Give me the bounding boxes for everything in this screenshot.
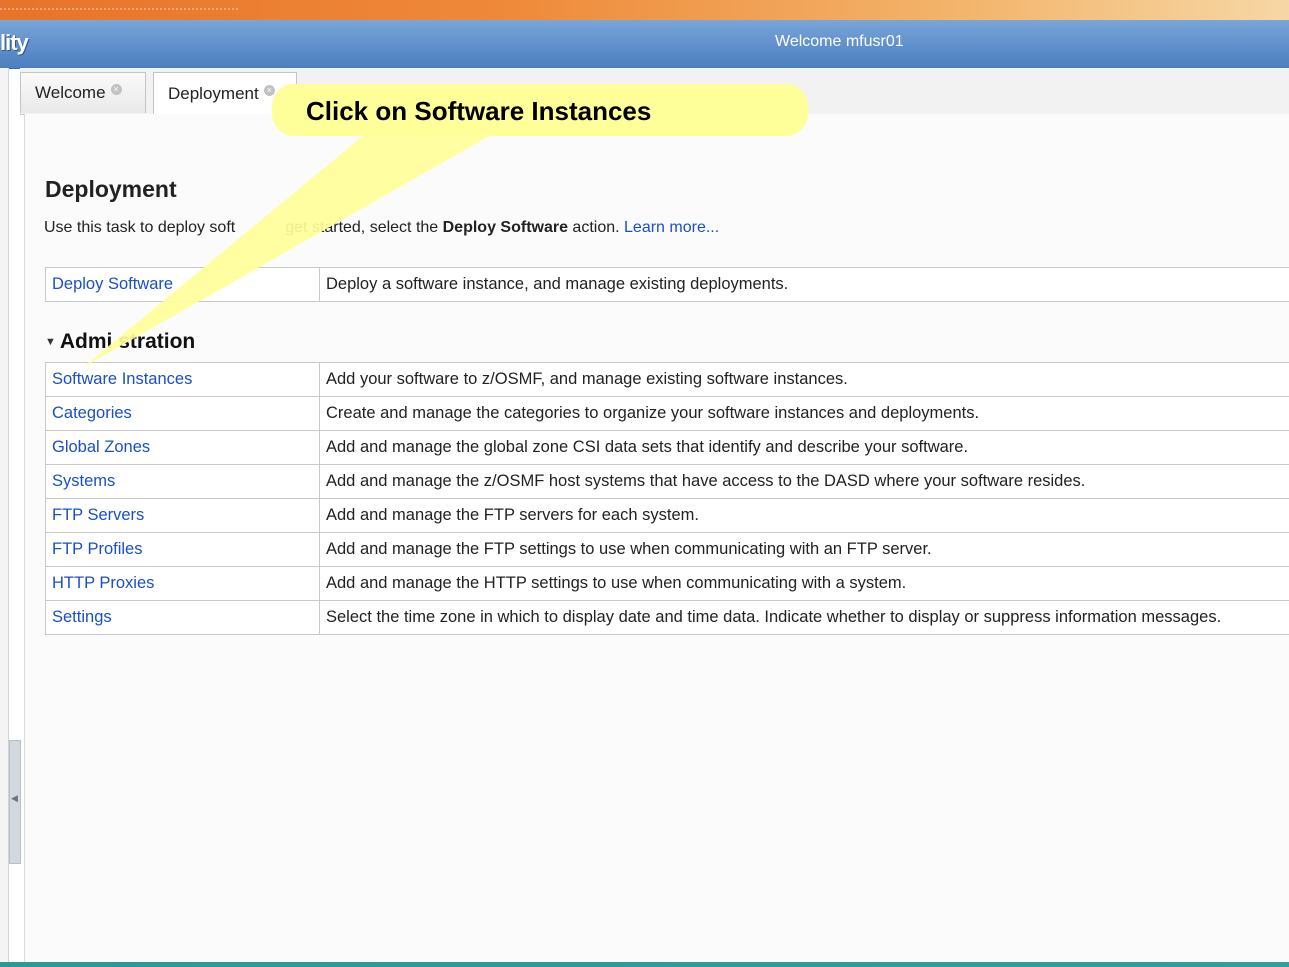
row-description: Add your software to z/OSMF, and manage … xyxy=(319,362,1289,397)
chevron-left-icon: ◀ xyxy=(11,793,18,803)
page-title: Deployment xyxy=(45,176,177,202)
table-row: FTP Servers Add and manage the FTP server… xyxy=(45,498,1289,533)
callout-text: Click on Software Instances xyxy=(306,96,652,126)
app-title: lity xyxy=(0,30,29,55)
administration-table: Software Instances Add your software to z… xyxy=(45,362,1289,635)
row-description: Add and manage the global zone CSI data … xyxy=(319,430,1289,465)
welcome-user-text: Welcome mfusr01 xyxy=(775,33,904,50)
tab-label: Welcome xyxy=(35,83,106,102)
row-description: Add and manage the z/OSMF host systems t… xyxy=(319,464,1289,499)
administration-heading[interactable]: ▼ Admi stration xyxy=(45,330,195,354)
table-row: Software Instances Add your software to z… xyxy=(45,362,1289,397)
learn-more-link[interactable]: Learn more... xyxy=(624,219,719,236)
intro-text: Use this task to deploy soft get started,… xyxy=(44,219,719,237)
administration-heading-text: Admi stration xyxy=(59,330,196,353)
ftp-servers-link[interactable]: FTP Servers xyxy=(45,498,320,533)
table-row: Deploy Software Deploy a software instan… xyxy=(45,267,1289,302)
row-description: Add and manage the HTTP settings to use … xyxy=(319,566,1289,601)
software-instances-link[interactable]: Software Instances xyxy=(45,362,320,397)
tab-welcome[interactable]: Welcome × xyxy=(20,72,146,113)
left-sidebar-edge: ◀ xyxy=(0,68,21,967)
global-zones-link[interactable]: Global Zones xyxy=(45,430,320,465)
settings-link[interactable]: Settings xyxy=(45,600,320,635)
table-row: HTTP Proxies Add and manage the HTTP sett… xyxy=(45,566,1289,601)
sidebar-collapse-handle[interactable]: ◀ xyxy=(9,740,21,864)
deploy-table: Deploy Software Deploy a software instan… xyxy=(45,267,1289,302)
close-icon[interactable]: × xyxy=(263,84,275,96)
intro-prefix: Use this task to deploy soft xyxy=(44,219,236,236)
bottom-teal-line xyxy=(0,962,1289,967)
row-description: Deploy a software instance, and manage e… xyxy=(319,267,1289,302)
table-row: Categories Create and manage the categori… xyxy=(45,396,1289,431)
systems-link[interactable]: Systems xyxy=(45,464,320,499)
collapse-triangle-icon[interactable]: ▼ xyxy=(45,336,56,348)
tab-bar: Welcome × Deployment × xyxy=(20,68,1289,115)
intro-mid: get started, select the xyxy=(285,219,443,236)
row-description: Add and manage the FTP servers for each … xyxy=(319,498,1289,533)
row-description: Select the time zone in which to display… xyxy=(319,600,1289,635)
ftp-profiles-link[interactable]: FTP Profiles xyxy=(45,532,320,567)
table-row: FTP Profiles Add and manage the FTP setti… xyxy=(45,532,1289,567)
table-row: Global Zones Add and manage the global zo… xyxy=(45,430,1289,465)
top-orange-strip xyxy=(0,0,1289,20)
header-banner: lity Welcome mfusr01 xyxy=(0,20,1289,69)
deploy-software-link[interactable]: Deploy Software xyxy=(45,267,320,302)
row-description: Add and manage the FTP settings to use w… xyxy=(319,532,1289,567)
main-content: Deployment Use this task to deploy soft g… xyxy=(24,114,1289,964)
table-row: Settings Select the time zone in which to… xyxy=(45,600,1289,635)
http-proxies-link[interactable]: HTTP Proxies xyxy=(45,566,320,601)
row-description: Create and manage the categories to orga… xyxy=(319,396,1289,431)
intro-bold: Deploy Software xyxy=(442,219,568,236)
table-row: Systems Add and manage the z/OSMF host sy… xyxy=(45,464,1289,499)
close-icon[interactable]: × xyxy=(110,83,122,95)
categories-link[interactable]: Categories xyxy=(45,396,320,431)
tab-label: Deployment xyxy=(168,84,259,103)
tab-deployment[interactable]: Deployment × xyxy=(153,72,297,115)
intro-suffix: action. xyxy=(567,219,625,236)
